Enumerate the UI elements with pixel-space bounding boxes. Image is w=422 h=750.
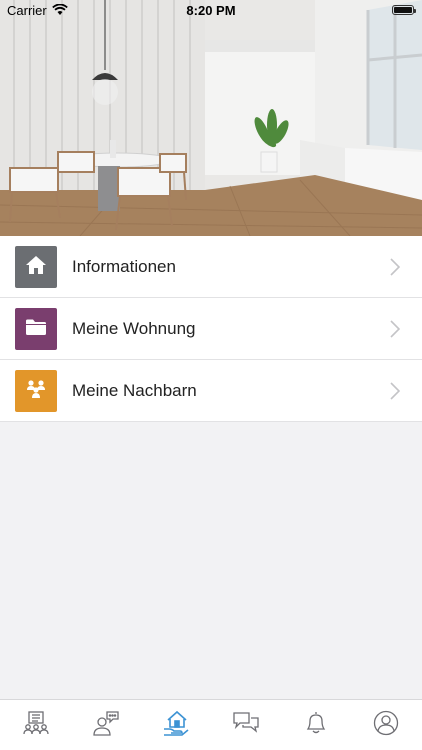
- tab-person-chat[interactable]: [71, 700, 141, 750]
- menu-item-label: Meine Wohnung: [72, 319, 196, 338]
- chat-bubbles-icon: [232, 710, 260, 741]
- tile-meine-nachbarn: [15, 370, 57, 412]
- menu-item-label: Meine Nachbarn: [72, 381, 197, 400]
- tab-community-board[interactable]: [1, 700, 71, 750]
- tile-informationen: [15, 246, 57, 288]
- home-hand-icon: [162, 709, 190, 742]
- status-bar: Carrier 8:20 PM: [0, 0, 422, 22]
- battery-icon: [392, 5, 416, 15]
- bell-icon: [303, 710, 329, 741]
- tab-profile[interactable]: [351, 700, 421, 750]
- tab-home[interactable]: [141, 700, 211, 750]
- tile-meine-wohnung: [15, 308, 57, 350]
- menu-item-meine-wohnung[interactable]: Meine Wohnung: [0, 298, 422, 360]
- clock: 8:20 PM: [186, 3, 236, 18]
- tab-notifications[interactable]: [281, 700, 351, 750]
- tab-bar: [0, 699, 422, 750]
- chevron-right-icon: [390, 258, 401, 281]
- menu-item-label: Informationen: [72, 257, 176, 276]
- community-board-icon: [23, 710, 49, 741]
- tab-messages[interactable]: [211, 700, 281, 750]
- menu-list: Informationen Meine Wohnung Meine Nachba…: [0, 236, 422, 422]
- people-icon: [24, 379, 48, 404]
- folder-icon: [25, 318, 47, 341]
- house-icon: [25, 255, 47, 280]
- hero-image: [0, 0, 422, 236]
- chevron-right-icon: [390, 382, 401, 405]
- person-chat-icon: [92, 710, 120, 741]
- chevron-right-icon: [390, 320, 401, 343]
- menu-item-meine-nachbarn[interactable]: Meine Nachbarn: [0, 360, 422, 422]
- profile-icon: [373, 710, 399, 741]
- menu-item-informationen[interactable]: Informationen: [0, 236, 422, 298]
